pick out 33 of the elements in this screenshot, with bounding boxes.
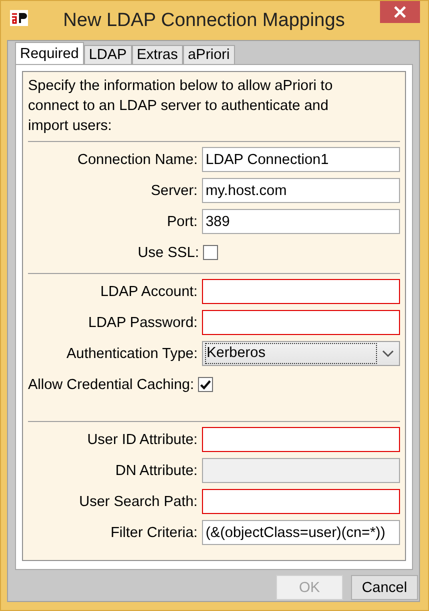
close-icon [394, 6, 406, 18]
field-label: DN Attribute: [114, 462, 199, 478]
text-field[interactable] [202, 427, 400, 452]
field-label: Filter Criteria: [110, 524, 199, 540]
tab[interactable]: Extras [132, 45, 183, 64]
text-field[interactable] [202, 279, 400, 304]
field-label: Authentication Type: [65, 346, 199, 362]
field-label: Server: [150, 182, 199, 198]
dropdown[interactable]: Kerberos [202, 341, 400, 366]
text-field[interactable] [202, 489, 400, 514]
text-field[interactable]: (&(objectClass=user)(cn=*)) [202, 520, 400, 545]
tab[interactable]: Required [15, 42, 84, 64]
close-button[interactable] [380, 1, 420, 23]
text-field[interactable]: LDAP Connection1 [202, 147, 400, 172]
field-label: LDAP Account: [99, 284, 199, 300]
checkbox[interactable] [198, 377, 214, 392]
window-title: New LDAP Connection Mappings [62, 10, 346, 32]
text-field[interactable] [202, 310, 400, 335]
description-text: Specify the information below to allow aPriori to connect to an LDAP server to authenticate and import users: [28, 77, 334, 136]
checkbox[interactable] [203, 245, 218, 260]
tab[interactable]: aPriori [182, 45, 235, 64]
field-label: Allow Credential Caching: [28, 376, 196, 392]
app-icon [10, 10, 28, 26]
field-label: User ID Attribute: [86, 432, 199, 448]
field-label: Use SSL: [136, 244, 200, 260]
text-field[interactable]: my.host.com [202, 178, 400, 203]
text-field[interactable]: 389 [202, 209, 400, 234]
field-label: LDAP Password: [87, 314, 199, 330]
dialog-button[interactable]: Cancel [351, 575, 418, 600]
field-label: User Search Path: [78, 494, 199, 510]
field-label: Port: [166, 214, 199, 230]
field-label: Connection Name: [76, 152, 199, 168]
tab[interactable]: LDAP [84, 45, 132, 64]
